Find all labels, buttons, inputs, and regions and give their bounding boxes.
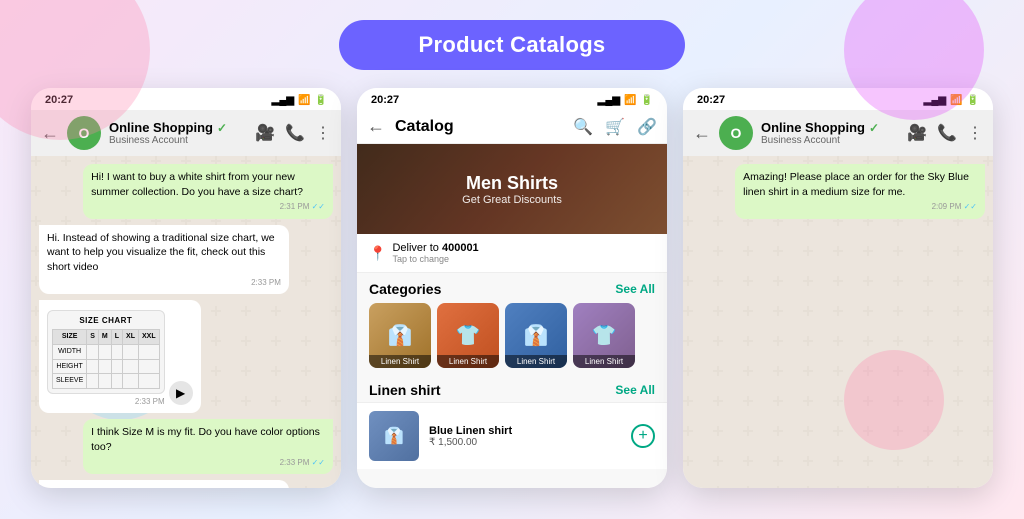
size-chart-title: SIZE CHART: [52, 315, 160, 326]
msg-sent-1-time: 2:31 PM ✓✓: [91, 201, 325, 212]
categories-header: Categories See All: [357, 273, 667, 303]
categories-title: Categories: [369, 281, 441, 297]
linen-section-header: Linen shirt See All: [357, 376, 667, 402]
msg-amazing: Amazing! Please place an order for the S…: [735, 164, 985, 219]
msg-amazing-text: Amazing! Please place an order for the S…: [743, 171, 969, 198]
deliver-info: Deliver to 400001 Tap to change: [392, 242, 478, 264]
tick-icon-2: ✓✓: [312, 458, 325, 467]
location-icon: 📍: [369, 245, 386, 262]
catalog-actions[interactable]: 🔍 🛒 🔗: [573, 117, 657, 137]
linen-title: Linen shirt: [369, 382, 441, 398]
cart-icon[interactable]: 🛒: [605, 117, 625, 137]
product-row[interactable]: 👔 Blue Linen shirt ₹ 1,500.00 +: [357, 402, 667, 469]
battery-icon: 🔋: [315, 95, 327, 106]
chat-actions-left[interactable]: 🎥 📞 ⋮: [255, 123, 331, 143]
deliver-row[interactable]: 📍 Deliver to 400001 Tap to change: [357, 234, 667, 273]
size-chart-time: 2:33 PM: [47, 396, 165, 407]
catalog-body: 📍 Deliver to 400001 Tap to change Catego…: [357, 234, 667, 488]
chat-name-left: Online Shopping ✓: [109, 120, 247, 135]
msg-sent-1: Hi! I want to buy a white shirt from you…: [83, 164, 333, 219]
product-price: ₹ 1,500.00: [429, 437, 621, 448]
chat-sub-right: Business Account: [761, 135, 899, 146]
more-icon-right[interactable]: ⋮: [967, 123, 983, 143]
catalog-banner: Men Shirts Get Great Discounts: [357, 144, 667, 234]
banner-sub: Get Great Discounts: [462, 194, 562, 206]
chat-header-right: ← O Online Shopping ✓ Business Account 🎥…: [683, 110, 993, 156]
deliver-tap[interactable]: Tap to change: [392, 254, 478, 264]
status-bar-mid: 20:27 ▂▄▆ 📶 🔋: [357, 88, 667, 110]
more-icon[interactable]: ⋮: [315, 123, 331, 143]
phone-catalog: 20:27 ▂▄▆ 📶 🔋 ← Catalog 🔍 🛒 🔗 Men Shirts…: [357, 88, 667, 488]
wifi-icon: 📶: [298, 95, 310, 106]
add-to-cart-button[interactable]: +: [631, 424, 655, 448]
banner-title: Men Shirts: [462, 173, 562, 194]
deliver-text: Deliver to 400001: [392, 242, 478, 254]
signal-icon-mid: ▂▄▆: [598, 95, 620, 106]
msg-received-2: Absolutely! We have the linen shirt avai…: [39, 480, 289, 488]
chat-actions-right[interactable]: 🎥 📞 ⋮: [907, 123, 983, 143]
chat-info-left: Online Shopping ✓ Business Account: [109, 120, 247, 146]
category-item-1[interactable]: 👔 Linen Shirt: [369, 303, 431, 368]
page-title: Product Catalogs: [339, 20, 686, 70]
category-label-1: Linen Shirt: [369, 355, 431, 368]
video-icon[interactable]: 🎥: [255, 123, 275, 143]
catalog-title: Catalog: [395, 118, 563, 136]
category-item-2[interactable]: 👕 Linen Shirt: [437, 303, 499, 368]
category-item-3[interactable]: 👔 Linen Shirt: [505, 303, 567, 368]
categories-see-all[interactable]: See All: [615, 282, 655, 296]
link-icon[interactable]: 🔗: [637, 117, 657, 137]
category-label-3: Linen Shirt: [505, 355, 567, 368]
category-label-2: Linen Shirt: [437, 355, 499, 368]
chat-body-right: Amazing! Please place an order for the S…: [683, 156, 993, 488]
msg-received-1: Hi. Instead of showing a traditional siz…: [39, 225, 289, 294]
tick-icon-amazing: ✓✓: [964, 202, 977, 211]
category-label-4: Linen Shirt: [573, 355, 635, 368]
status-icons-mid: ▂▄▆ 📶 🔋: [598, 95, 653, 106]
msg-received-1-text: Hi. Instead of showing a traditional siz…: [47, 232, 275, 273]
banner-text: Men Shirts Get Great Discounts: [462, 173, 562, 206]
linen-see-all[interactable]: See All: [615, 383, 655, 397]
status-icons-left: ▂▄▆ 📶 🔋: [272, 95, 327, 106]
chat-sub-left: Business Account: [109, 135, 247, 146]
tick-icon: ✓✓: [312, 202, 325, 211]
avatar-right: O: [719, 116, 753, 150]
wifi-icon-mid: 📶: [624, 95, 636, 106]
size-chart-msg: SIZE CHART SIZESMLXLXXL WIDTH HEIGHT SLE…: [39, 300, 201, 414]
phone-chat-left: 20:27 ▂▄▆ 📶 🔋 ← O Online Shopping ✓ Busi…: [31, 88, 341, 488]
verified-icon-right: ✓: [869, 121, 879, 135]
phone-chat-right: 20:27 ▂▄▆ 📶 🔋 ← O Online Shopping ✓ Busi…: [683, 88, 993, 488]
deliver-pincode: 400001: [442, 242, 479, 254]
catalog-back-arrow[interactable]: ←: [367, 116, 385, 137]
battery-icon-mid: 🔋: [641, 95, 653, 106]
product-info: Blue Linen shirt ₹ 1,500.00: [429, 425, 621, 448]
msg-sent-2: I think Size M is my fit. Do you have co…: [83, 419, 333, 474]
chat-body-left: Hi! I want to buy a white shirt from you…: [31, 156, 341, 488]
msg-sent-2-time: 2:33 PM ✓✓: [91, 457, 325, 468]
chat-name-right: Online Shopping ✓: [761, 120, 899, 135]
search-icon[interactable]: 🔍: [573, 117, 593, 137]
signal-icon: ▂▄▆: [272, 95, 294, 106]
chat-info-right: Online Shopping ✓ Business Account: [761, 120, 899, 146]
status-time-right: 20:27: [697, 94, 725, 106]
product-name: Blue Linen shirt: [429, 425, 621, 437]
msg-sent-1-text: Hi! I want to buy a white shirt from you…: [91, 171, 303, 198]
msg-received-1-time: 2:33 PM: [47, 277, 281, 288]
play-button[interactable]: ▶: [169, 381, 193, 405]
msg-received-2-text: Absolutely! We have the linen shirt avai…: [47, 487, 274, 488]
status-time-mid: 20:27: [371, 94, 399, 106]
msg-amazing-time: 2:09 PM ✓✓: [743, 201, 977, 212]
size-chart-table: SIZESMLXLXXL WIDTH HEIGHT SLEEVE: [52, 329, 160, 389]
size-chart-card: SIZE CHART SIZESMLXLXXL WIDTH HEIGHT SLE…: [47, 310, 165, 394]
back-arrow-right[interactable]: ←: [693, 123, 711, 144]
product-thumb: 👔: [369, 411, 419, 461]
msg-sent-2-text: I think Size M is my fit. Do you have co…: [91, 426, 320, 453]
catalog-header: ← Catalog 🔍 🛒 🔗: [357, 110, 667, 144]
battery-icon-right: 🔋: [967, 95, 979, 106]
phone-icon[interactable]: 📞: [285, 123, 305, 143]
categories-row: 👔 Linen Shirt 👕 Linen Shirt 👔 Linen Shir…: [357, 303, 667, 376]
verified-icon-left: ✓: [217, 121, 227, 135]
phone-icon-right[interactable]: 📞: [937, 123, 957, 143]
video-icon-right[interactable]: 🎥: [907, 123, 927, 143]
category-item-4[interactable]: 👕 Linen Shirt: [573, 303, 635, 368]
